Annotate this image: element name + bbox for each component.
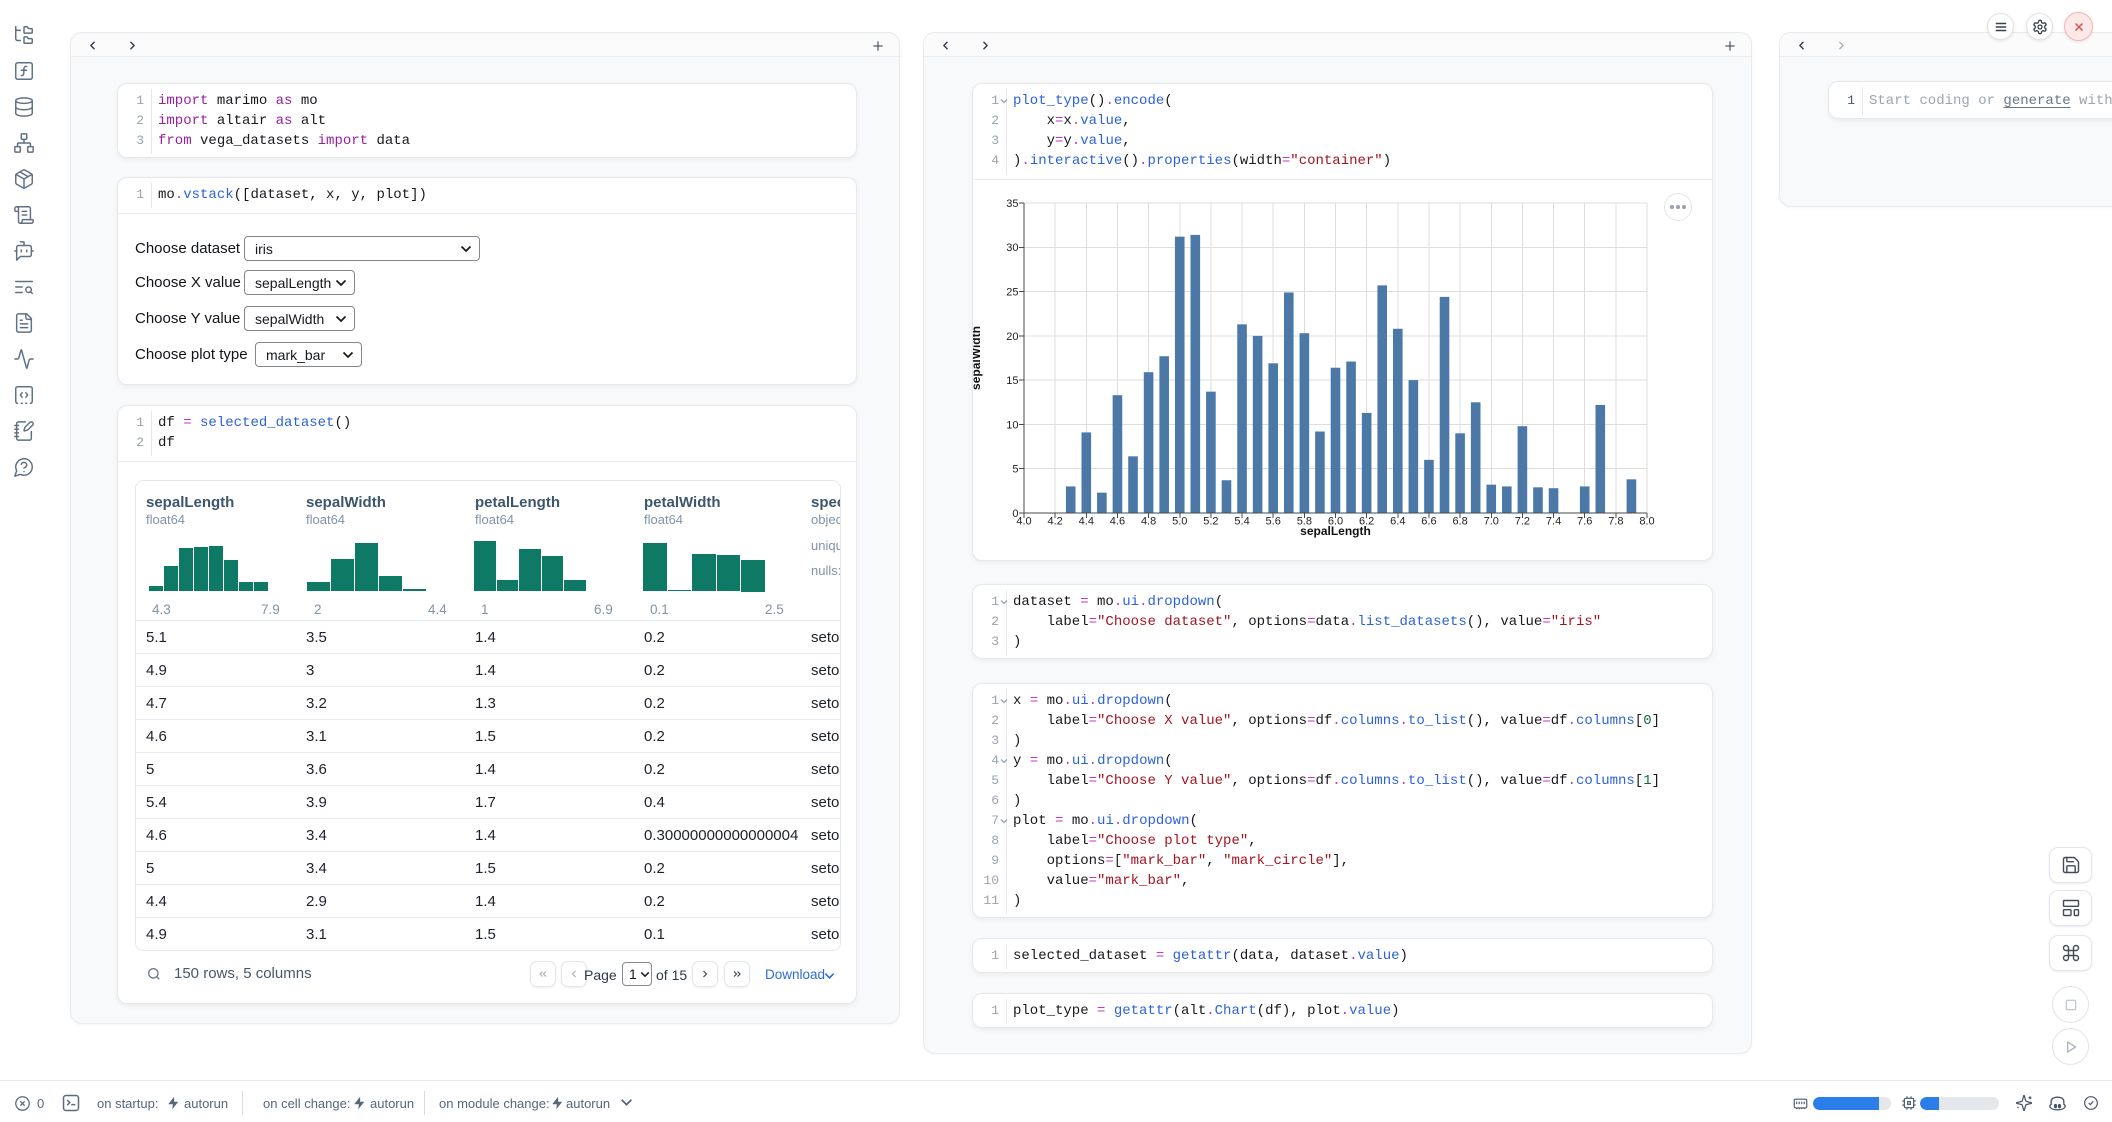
svg-text:sepalWidth: sepalWidth <box>973 326 983 390</box>
svg-text:7.6: 7.6 <box>1577 516 1592 528</box>
svg-text:5.4: 5.4 <box>1234 516 1249 528</box>
svg-text:6.6: 6.6 <box>1421 516 1436 528</box>
svg-text:5.6: 5.6 <box>1266 516 1281 528</box>
svg-text:sepalLength: sepalLength <box>1300 524 1371 538</box>
svg-text:7.0: 7.0 <box>1484 516 1499 528</box>
svg-text:35: 35 <box>1006 198 1018 210</box>
svg-text:5: 5 <box>1012 464 1018 476</box>
svg-text:4.0: 4.0 <box>1016 516 1031 528</box>
svg-text:20: 20 <box>1006 331 1018 343</box>
svg-text:6.8: 6.8 <box>1452 516 1467 528</box>
svg-text:8.0: 8.0 <box>1639 516 1654 528</box>
svg-text:15: 15 <box>1006 375 1018 387</box>
svg-text:4.6: 4.6 <box>1110 516 1125 528</box>
svg-text:7.2: 7.2 <box>1515 516 1530 528</box>
svg-text:7.4: 7.4 <box>1546 516 1561 528</box>
svg-text:0: 0 <box>1012 508 1018 520</box>
svg-text:4.8: 4.8 <box>1141 516 1156 528</box>
svg-text:5.2: 5.2 <box>1203 516 1218 528</box>
svg-text:4.2: 4.2 <box>1048 516 1063 528</box>
svg-text:30: 30 <box>1006 242 1018 254</box>
svg-text:6.4: 6.4 <box>1390 516 1405 528</box>
svg-text:5.0: 5.0 <box>1172 516 1187 528</box>
svg-text:10: 10 <box>1006 419 1018 431</box>
svg-text:25: 25 <box>1006 286 1018 298</box>
svg-text:4.4: 4.4 <box>1079 516 1094 528</box>
svg-text:7.8: 7.8 <box>1608 516 1623 528</box>
